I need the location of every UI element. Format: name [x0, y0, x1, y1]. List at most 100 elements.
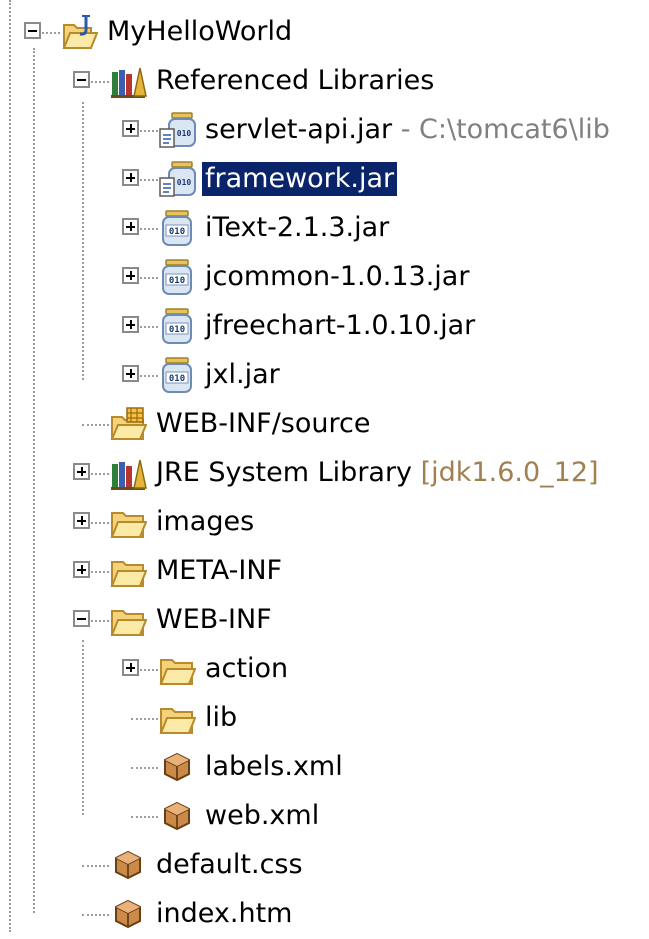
- tree-item-label: web.xml: [205, 800, 320, 831]
- tree-item-project[interactable]: MyHelloWorld: [0, 8, 649, 57]
- tree-item-label-web-inf[interactable]: WEB-INF: [153, 603, 275, 637]
- tree-connector: [131, 718, 158, 720]
- tree-item-label-webinf-source[interactable]: WEB-INF/source: [153, 407, 373, 441]
- source-folder-icon: [110, 407, 147, 440]
- tree-item-label: lib: [205, 702, 238, 733]
- tree-item-label-lib[interactable]: lib: [202, 701, 240, 735]
- tree-item-label: jcommon-1.0.13.jar: [205, 261, 470, 292]
- folder-icon: [159, 659, 196, 685]
- tree-item-label-web-xml[interactable]: web.xml: [202, 799, 322, 833]
- tree-item-label-meta-inf[interactable]: META-INF: [153, 554, 285, 588]
- svg-text:010: 010: [177, 129, 192, 138]
- file-icon: [115, 850, 141, 880]
- tree-item-labels-xml[interactable]: labels.xml: [0, 743, 649, 792]
- tree-item-jre[interactable]: JRE System Library [jdk1.6.0_12]: [0, 449, 649, 498]
- jar-source-icon: 010: [159, 161, 196, 197]
- collapse-toggle-icon[interactable]: [24, 22, 41, 39]
- tree-item-label: Referenced Libraries: [156, 65, 435, 96]
- folder-icon: [110, 561, 147, 587]
- tree-item-framework[interactable]: 010 framework.jar: [0, 155, 649, 204]
- tree-item-decoration: - C:\tomcat6\lib: [392, 114, 610, 145]
- expand-toggle-icon[interactable]: [73, 512, 90, 529]
- tree-item-jfreechart[interactable]: 010 jfreechart-1.0.10.jar: [0, 302, 649, 351]
- svg-text:010: 010: [177, 178, 192, 187]
- tree-item-label: index.htm: [156, 898, 293, 929]
- collapse-toggle-icon[interactable]: [73, 610, 90, 627]
- expand-toggle-icon[interactable]: [122, 659, 139, 676]
- tree-connector: [131, 816, 158, 818]
- tree-connector: [82, 865, 109, 867]
- tree-item-meta-inf[interactable]: META-INF: [0, 547, 649, 596]
- tree-item-label: default.css: [156, 849, 303, 880]
- tree-item-decoration: [jdk1.6.0_12]: [412, 457, 599, 488]
- java-project-icon: [62, 15, 98, 49]
- svg-text:010: 010: [169, 276, 185, 286]
- tree-item-label-action[interactable]: action: [202, 652, 291, 686]
- expand-toggle-icon[interactable]: [73, 561, 90, 578]
- folder-icon: [110, 512, 147, 538]
- expand-toggle-icon[interactable]: [122, 316, 139, 333]
- tree-item-lib[interactable]: lib: [0, 694, 649, 743]
- tree-item-label: JRE System Library: [156, 457, 413, 488]
- svg-text:010: 010: [169, 325, 185, 335]
- tree-item-label-project[interactable]: MyHelloWorld: [104, 15, 295, 49]
- tree-item-label: jxl.jar: [205, 359, 280, 390]
- tree-item-web-inf[interactable]: WEB-INF: [0, 596, 649, 645]
- collapse-toggle-icon[interactable]: [73, 71, 90, 88]
- jar-icon: 010: [162, 210, 192, 246]
- jar-icon: 010: [162, 357, 192, 393]
- tree-item-label-jcommon[interactable]: jcommon-1.0.13.jar: [202, 260, 472, 294]
- tree-connector: [82, 424, 109, 426]
- expand-toggle-icon[interactable]: [122, 267, 139, 284]
- tree-item-label-jxl[interactable]: jxl.jar: [202, 358, 283, 392]
- tree-item-jcommon[interactable]: 010 jcommon-1.0.13.jar: [0, 253, 649, 302]
- expand-toggle-icon[interactable]: [73, 463, 90, 480]
- file-icon: [115, 899, 141, 929]
- tree-item-label: WEB-INF: [156, 604, 272, 635]
- tree-item-label-itext[interactable]: iText-2.1.3.jar: [202, 211, 392, 245]
- tree-item-label-images[interactable]: images: [153, 505, 257, 539]
- tree-item-action[interactable]: action: [0, 645, 649, 694]
- tree-item-label: jfreechart-1.0.10.jar: [205, 310, 476, 341]
- library-icon: [111, 459, 147, 490]
- svg-text:010: 010: [169, 227, 185, 237]
- tree-item-ref-libs[interactable]: Referenced Libraries: [0, 57, 649, 106]
- jar-icon: 010: [162, 308, 192, 344]
- tree-item-label-framework[interactable]: framework.jar: [202, 162, 398, 196]
- folder-icon: [110, 610, 147, 636]
- tree-item-jxl[interactable]: 010 jxl.jar: [0, 351, 649, 400]
- tree-item-itext[interactable]: 010 iText-2.1.3.jar: [0, 204, 649, 253]
- tree-item-label-ref-libs[interactable]: Referenced Libraries: [153, 64, 437, 98]
- file-icon: [164, 752, 190, 782]
- jar-icon: 010: [162, 259, 192, 295]
- tree-item-label: action: [205, 653, 289, 684]
- tree-item-images[interactable]: images: [0, 498, 649, 547]
- tree-item-web-xml[interactable]: web.xml: [0, 792, 649, 841]
- tree-item-webinf-source[interactable]: WEB-INF/source: [0, 400, 649, 449]
- tree-item-label-default-css[interactable]: default.css: [153, 848, 306, 882]
- expand-toggle-icon[interactable]: [122, 218, 139, 235]
- tree-item-label: framework.jar: [205, 163, 395, 194]
- expand-toggle-icon[interactable]: [122, 120, 139, 137]
- tree-connector: [82, 914, 109, 916]
- tree-item-label: iText-2.1.3.jar: [205, 212, 390, 243]
- tree-item-label-labels-xml[interactable]: labels.xml: [202, 750, 346, 784]
- tree-item-label-jre[interactable]: JRE System Library [jdk1.6.0_12]: [153, 456, 602, 490]
- tree-item-label: WEB-INF/source: [156, 408, 371, 439]
- tree-item-label-servlet-api[interactable]: servlet-api.jar - C:\tomcat6\lib: [202, 113, 613, 147]
- tree-item-label-index-htm[interactable]: index.htm: [153, 897, 295, 931]
- expand-toggle-icon[interactable]: [122, 169, 139, 186]
- folder-icon: [159, 708, 196, 734]
- tree-connector: [131, 767, 158, 769]
- tree-item-label: META-INF: [156, 555, 283, 586]
- svg-text:010: 010: [169, 374, 185, 384]
- tree-item-label-jfreechart[interactable]: jfreechart-1.0.10.jar: [202, 309, 478, 343]
- jar-source-icon: 010: [159, 112, 196, 148]
- tree-item-servlet-api[interactable]: 010 servlet-api.jar - C:\tomcat6\lib: [0, 106, 649, 155]
- expand-toggle-icon[interactable]: [122, 365, 139, 382]
- tree-item-label: MyHelloWorld: [107, 16, 293, 47]
- tree-item-label: images: [156, 506, 255, 537]
- file-icon: [164, 801, 190, 831]
- tree-item-default-css[interactable]: default.css: [0, 841, 649, 890]
- package-explorer-tree[interactable]: MyHelloWorld Referenced Libraries 010 se…: [0, 0, 649, 932]
